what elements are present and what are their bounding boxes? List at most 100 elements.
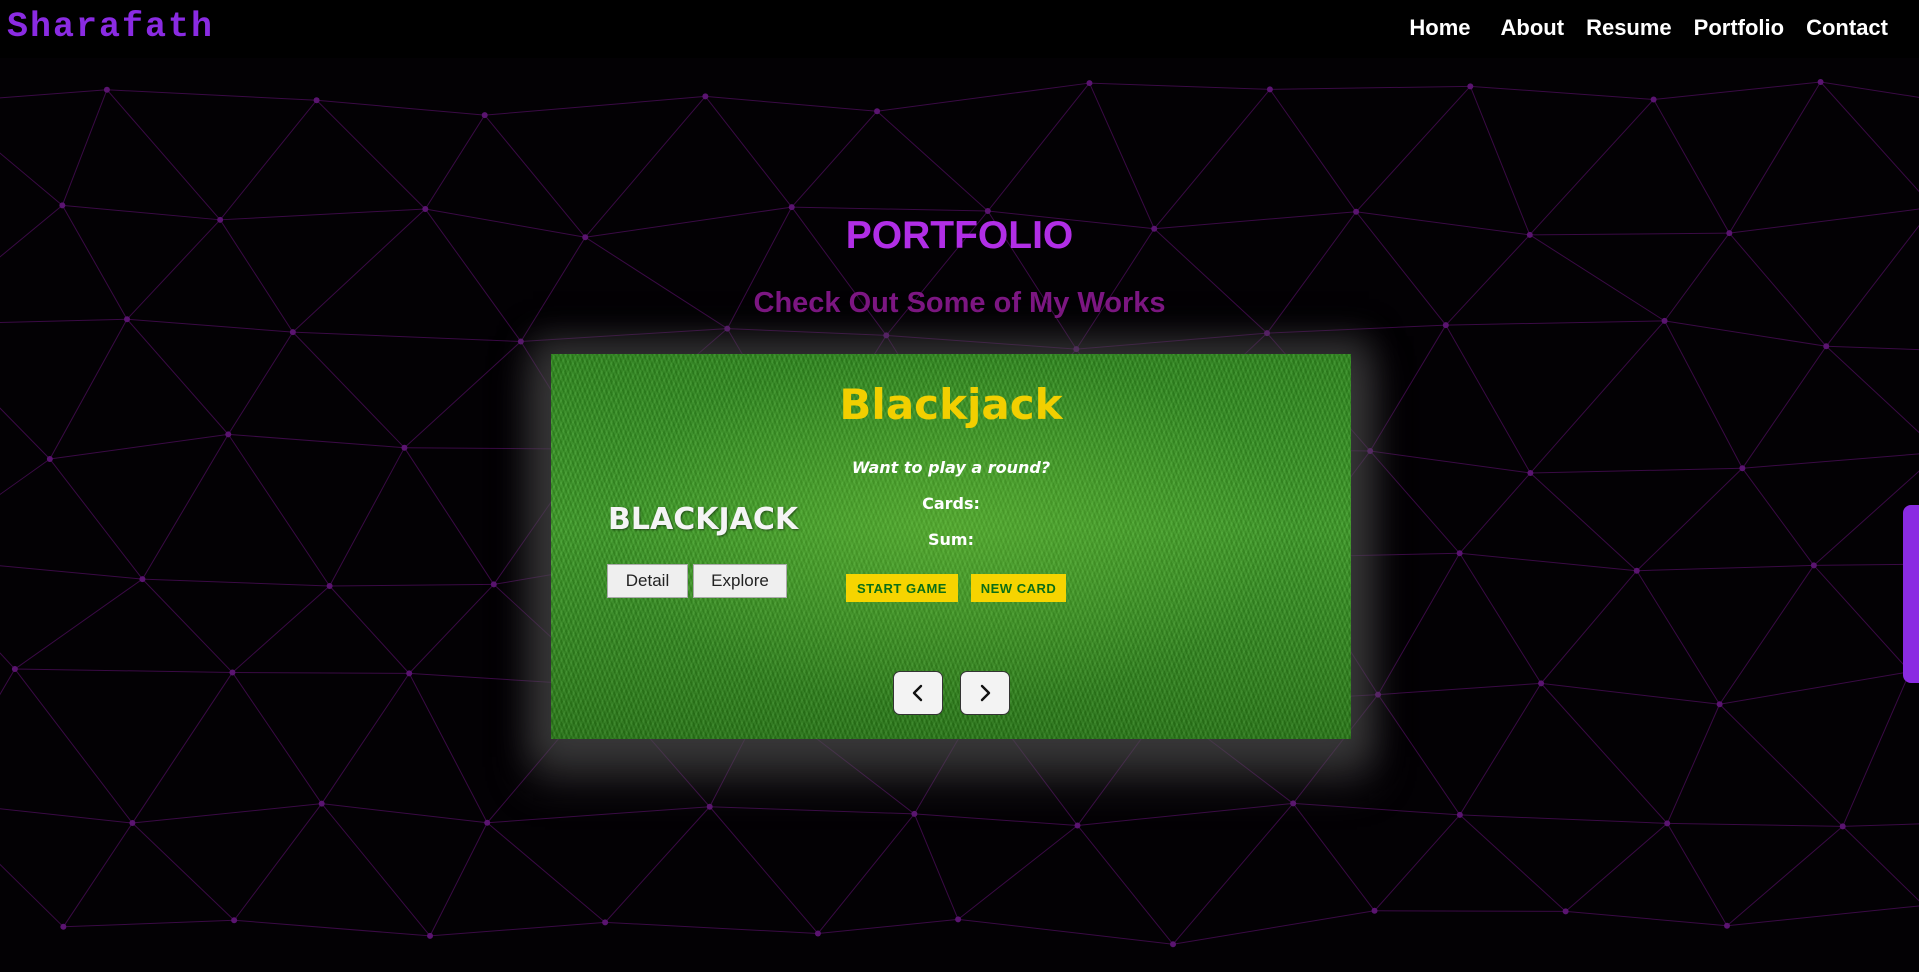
network-line — [604, 806, 711, 923]
network-node — [724, 325, 731, 332]
network-line — [1076, 332, 1268, 350]
network-line — [219, 99, 317, 221]
scrollbar-thumb[interactable] — [1903, 505, 1919, 683]
portfolio-subtitle: Check Out Some of My Works — [753, 287, 1166, 319]
network-line — [1842, 671, 1911, 827]
network-line — [0, 458, 51, 496]
nav-menu: Home About Resume Portfolio Contact — [1387, 15, 1888, 41]
network-line — [1666, 704, 1721, 824]
network-node — [46, 456, 53, 463]
portfolio-title: PORTFOLIO — [845, 214, 1074, 257]
network-line — [126, 318, 293, 333]
nav-link-resume[interactable]: Resume — [1586, 15, 1672, 41]
network-line — [1269, 85, 1471, 90]
network-node — [318, 800, 325, 807]
network-line — [234, 919, 431, 937]
network-line — [1825, 345, 1919, 434]
explore-button[interactable]: Explore — [693, 564, 787, 598]
network-node — [406, 670, 413, 677]
network-node — [481, 112, 488, 119]
network-line — [727, 328, 887, 336]
network-line — [329, 583, 494, 587]
network-line — [1653, 81, 1821, 100]
network-line — [321, 673, 410, 804]
network-line — [1459, 683, 1542, 816]
network-node — [1527, 470, 1534, 477]
network-line — [791, 110, 878, 208]
nav-link-contact[interactable]: Contact — [1806, 15, 1888, 41]
network-line — [329, 447, 405, 587]
network-line — [1820, 81, 1919, 98]
network-node — [1823, 343, 1830, 350]
network-node — [1264, 330, 1271, 337]
network-line — [1842, 823, 1919, 827]
network-node — [1716, 701, 1723, 708]
network-node — [326, 582, 333, 589]
network-line — [403, 447, 495, 585]
network-node — [1086, 80, 1093, 87]
network-line — [1813, 565, 1911, 673]
network-line — [1172, 803, 1294, 945]
network-node — [955, 916, 962, 923]
network-line — [316, 99, 485, 116]
network-line — [1820, 81, 1919, 193]
game-prompt: Want to play a round? — [851, 458, 1051, 477]
network-node — [706, 803, 713, 810]
network-line — [232, 672, 323, 804]
site-logo[interactable]: Sharafath — [7, 7, 214, 47]
network-line — [329, 585, 410, 674]
nav-link-portfolio[interactable]: Portfolio — [1694, 15, 1784, 41]
network-line — [1172, 910, 1375, 945]
network-node — [225, 431, 232, 438]
network-line — [1719, 703, 1844, 827]
network-line — [705, 95, 878, 112]
network-node — [1839, 823, 1846, 830]
network-line — [1530, 467, 1743, 474]
network-line — [1377, 694, 1461, 816]
network-node — [1817, 79, 1824, 86]
network-line — [429, 921, 606, 937]
new-card-button[interactable]: NEW CARD — [971, 574, 1066, 602]
network-line — [49, 458, 143, 580]
network-line — [429, 822, 488, 937]
game-title: Blackjack — [839, 380, 1063, 429]
nav-link-home[interactable]: Home — [1409, 15, 1470, 41]
network-node — [1266, 86, 1273, 93]
network-line — [0, 668, 16, 696]
prev-slide-button[interactable] — [893, 671, 943, 715]
network-node — [1456, 811, 1463, 818]
network-line — [408, 673, 488, 823]
network-node — [1724, 922, 1731, 929]
network-line — [106, 89, 317, 101]
network-line — [14, 668, 233, 673]
network-line — [1469, 86, 1531, 236]
network-line — [0, 407, 51, 460]
network-line — [1459, 472, 1531, 554]
network-line — [321, 803, 488, 824]
network-line — [131, 672, 233, 824]
network-line — [1565, 910, 1728, 927]
network-line — [292, 331, 405, 449]
network-line — [228, 433, 405, 449]
network-line — [321, 803, 431, 937]
network-line — [1088, 82, 1155, 229]
next-slide-button[interactable] — [960, 671, 1010, 715]
nav-link-about[interactable]: About — [1501, 15, 1565, 41]
network-line — [1374, 910, 1566, 912]
start-game-button[interactable]: START GAME — [846, 574, 958, 602]
network-node — [401, 444, 408, 451]
network-line — [1742, 453, 1919, 469]
network-line — [14, 578, 143, 670]
network-line — [0, 89, 107, 99]
network-line — [709, 806, 819, 934]
network-line — [1636, 570, 1721, 705]
detail-button[interactable]: Detail — [607, 564, 688, 598]
network-line — [1293, 802, 1460, 816]
network-node — [289, 329, 296, 336]
network-line — [316, 99, 426, 210]
network-line — [142, 578, 330, 587]
network-line — [1459, 814, 1668, 824]
network-line — [292, 331, 521, 342]
network-line — [126, 318, 229, 435]
network-node — [129, 820, 136, 827]
